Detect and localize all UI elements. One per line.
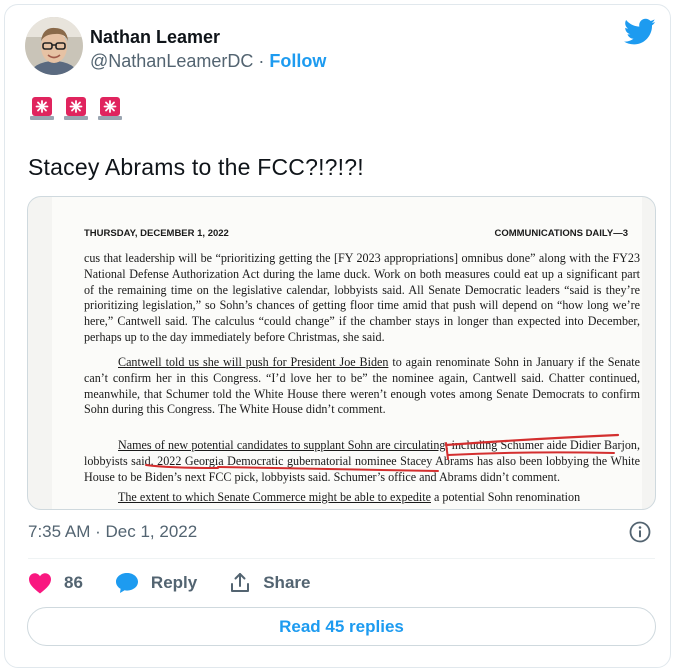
siren-emoji-row (28, 93, 124, 121)
like-button[interactable]: 86 (28, 572, 83, 594)
separator: · (258, 51, 265, 71)
tweet-date: Dec 1, 2022 (105, 522, 198, 541)
document-header: THURSDAY, DECEMBER 1, 2022 COMMUNICATION… (84, 228, 628, 239)
heart-icon (29, 573, 51, 594)
twitter-bird-icon[interactable] (624, 18, 656, 46)
reply-bubble-icon (115, 573, 138, 593)
reply-button[interactable]: Reply (115, 572, 197, 594)
author-name[interactable]: Nathan Leamer (90, 27, 220, 48)
read-replies-button[interactable]: Read 45 replies (27, 607, 656, 646)
document-paragraph: Names of new potential candidates to sup… (84, 438, 640, 485)
read-replies-label: Read 45 replies (279, 616, 404, 636)
paragraph-text: a potential Sohn renomination (431, 490, 581, 504)
author-handle-line: @NathanLeamerDC · Follow (90, 51, 326, 72)
tweet-timestamp[interactable]: 7:35 AM · Dec 1, 2022 (28, 522, 197, 542)
avatar-photo (25, 17, 83, 75)
author-handle[interactable]: @NathanLeamerDC (90, 51, 253, 71)
reply-label: Reply (150, 573, 198, 592)
avatar[interactable] (25, 17, 83, 75)
tweet-time: 7:35 AM (28, 522, 91, 541)
share-button[interactable]: Share (229, 572, 310, 594)
share-icon (231, 573, 250, 592)
police-car-light-icon (30, 97, 54, 120)
tweet-text: Stacey Abrams to the FCC?!?!?! (28, 154, 364, 180)
tweet-image[interactable]: THURSDAY, DECEMBER 1, 2022 COMMUNICATION… (27, 196, 656, 510)
police-car-light-icon (64, 97, 88, 120)
info-icon[interactable] (629, 521, 651, 543)
document-paragraph: Cantwell told us she will push for Presi… (84, 355, 640, 418)
underlined-text: Cantwell told us she will push for Presi… (118, 355, 389, 369)
document-date: THURSDAY, DECEMBER 1, 2022 (84, 228, 229, 239)
document-paragraph: The extent to which Senate Commerce migh… (84, 490, 640, 506)
like-count: 86 (64, 573, 83, 592)
share-label: Share (263, 573, 311, 592)
police-car-light-icon (98, 97, 122, 120)
underlined-text: Names of new potential candidates to sup… (118, 438, 446, 452)
separator: · (95, 522, 101, 541)
document-clipping: THURSDAY, DECEMBER 1, 2022 COMMUNICATION… (52, 197, 642, 509)
follow-button[interactable]: Follow (269, 51, 326, 71)
document-paragraph: cus that leadership will be “prioritizin… (84, 251, 640, 344)
underlined-text: The extent to which Senate Commerce migh… (118, 490, 431, 504)
divider (28, 558, 655, 559)
tweet-actions: 86 Reply Share (28, 569, 342, 597)
document-publication: COMMUNICATIONS DAILY—3 (494, 228, 628, 239)
